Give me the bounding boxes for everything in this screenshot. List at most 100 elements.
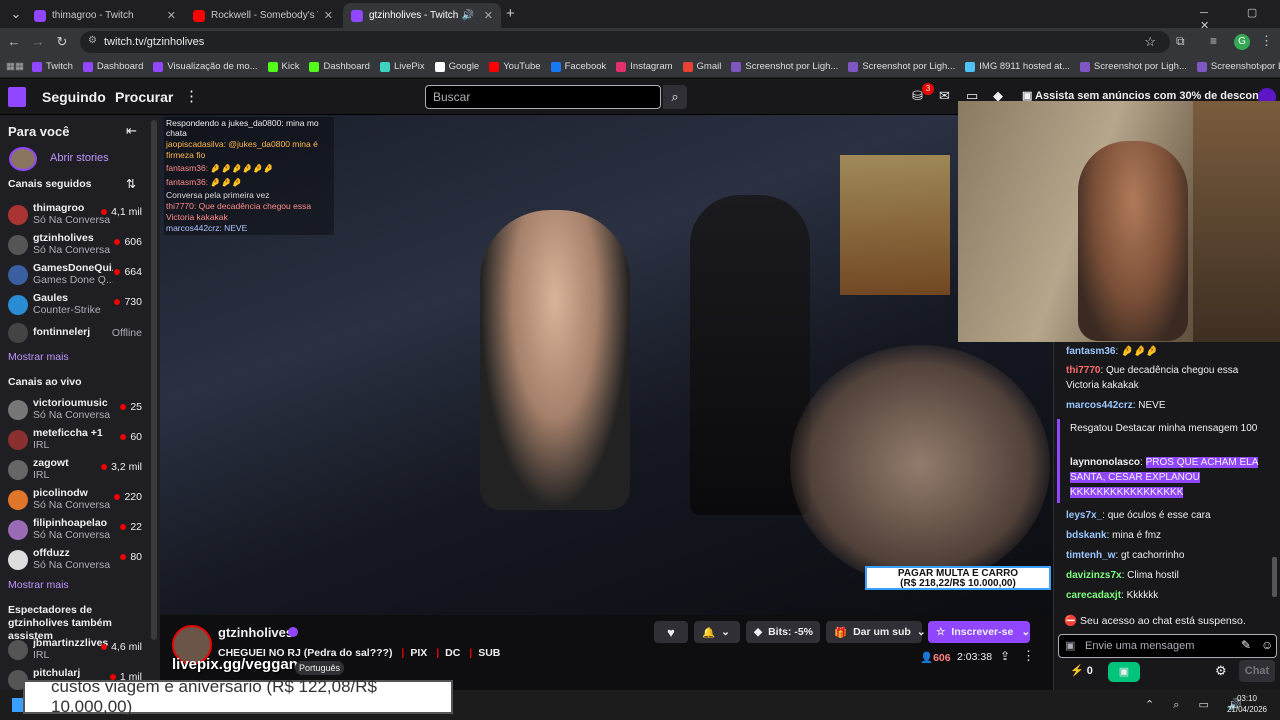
bookmark-star-icon[interactable]: ☆: [1144, 34, 1156, 50]
nav-following[interactable]: Seguindo: [42, 89, 106, 105]
bookmark-item[interactable]: Visualização de mo...: [153, 61, 258, 72]
webcam-overlay: [958, 101, 1280, 342]
bookmark-item[interactable]: LivePix: [379, 61, 425, 72]
back-icon[interactable]: ←: [2, 34, 26, 49]
sort-icon[interactable]: ⇅: [126, 177, 136, 191]
live-channel-item[interactable]: zagowt IRL 3,2 mil: [0, 456, 160, 486]
viewer-count: 4,6 mil: [101, 641, 142, 653]
search-input[interactable]: Buscar: [425, 85, 661, 109]
claim-bonus-button[interactable]: ▣: [1108, 662, 1140, 682]
live-channel-item[interactable]: offduzz Só Na Conversa 80: [0, 546, 160, 576]
bits-cheer-icon[interactable]: ✎: [1241, 638, 1251, 652]
tag-pix[interactable]: PIX: [410, 647, 427, 659]
language-tag[interactable]: Português: [295, 661, 345, 675]
bookmark-item[interactable]: Google: [434, 61, 479, 72]
nav-more-icon[interactable]: ⋮: [184, 87, 199, 105]
viewer-count: 22: [120, 521, 142, 533]
bookmark-item[interactable]: Instagram: [616, 61, 673, 72]
video-player[interactable]: Respondendo a jukes_da0800: mina mo chat…: [160, 115, 1053, 615]
notifications-button[interactable]: 🔔 ⌄: [694, 621, 740, 643]
viewer-count: 606: [114, 236, 142, 248]
live-channel-item[interactable]: victorioumusic Só Na Conversa 25: [0, 396, 160, 426]
bookmark-item[interactable]: Facebook: [550, 61, 606, 72]
recommended-channel-item[interactable]: jbmartinzzlives IRL 4,6 mil: [0, 636, 160, 666]
show-more-link[interactable]: Mostrar mais: [8, 351, 69, 363]
bookmarks-apps-icon[interactable]: ▦: [6, 61, 15, 72]
bookmark-item[interactable]: Screenshot por Ligh...: [731, 61, 838, 72]
browser-tab-1[interactable]: thimagroo - Twitch ✕: [26, 3, 184, 28]
more-options-icon[interactable]: ⋮: [1022, 648, 1035, 664]
bookmark-item[interactable]: Twitch: [31, 61, 73, 72]
browser-tab-3-active[interactable]: gtzinholives - Twitch 🔊 ✕: [343, 3, 501, 28]
live-channel-item[interactable]: meteficcha +1 IRL 60: [0, 426, 160, 456]
follow-heart-button[interactable]: ♥: [654, 621, 688, 643]
chat-badge-icon[interactable]: ▣: [1065, 639, 1075, 652]
stories-avatar[interactable]: [9, 147, 37, 171]
subscribe-button[interactable]: ☆ Inscrever-se ⌄: [928, 621, 1030, 643]
chat-send-button[interactable]: Chat: [1239, 660, 1275, 682]
channel-name[interactable]: gtzinholives: [218, 625, 293, 640]
clock[interactable]: 03:10 21/04/2026: [1222, 693, 1272, 715]
url-field[interactable]: ⚙ twitch.tv/gtzinholives ☆: [80, 31, 1170, 53]
show-more-link[interactable]: Mostrar mais: [8, 579, 69, 591]
chat-input[interactable]: ▣ Envie uma mensagem ✎ ☺: [1058, 634, 1277, 658]
tab-list-icon[interactable]: ⌄: [4, 6, 28, 22]
followed-channel-item[interactable]: GamesDoneQui... Games Done Q... 664: [0, 261, 160, 291]
followed-channel-item[interactable]: fontinnelerj Offline: [0, 319, 160, 349]
inbox-icon[interactable]: ✉: [939, 88, 950, 104]
live-channel-item[interactable]: picolinodw Só Na Conversa 220: [0, 486, 160, 516]
forward-icon[interactable]: →: [26, 34, 50, 49]
bookmark-item[interactable]: Dashboard: [82, 61, 143, 72]
bookmark-item[interactable]: Dashboard: [309, 61, 370, 72]
nav-browse[interactable]: Procurar: [115, 89, 173, 105]
chat-suspended-notice: ⛔ Seu acesso ao chat está suspenso.: [1064, 615, 1246, 627]
collapse-sidebar-icon[interactable]: ⇤: [126, 123, 137, 139]
channel-avatar: [8, 235, 28, 255]
followed-channel-item[interactable]: Gaules Counter-Strike 730: [0, 291, 160, 321]
chat-settings-icon[interactable]: ⚙: [1215, 663, 1227, 679]
more-bookmarks-icon[interactable]: »: [1259, 61, 1264, 72]
followed-channel-item[interactable]: thimagroo Só Na Conversa 4,1 mil: [0, 201, 160, 231]
bits-button[interactable]: ◆ Bits: -5%: [746, 621, 820, 643]
tag-dc[interactable]: DC: [445, 647, 460, 659]
emote-picker-icon[interactable]: ☺: [1261, 638, 1273, 652]
profile-avatar[interactable]: G: [1234, 34, 1250, 50]
streamer-person-shape: [480, 210, 630, 510]
share-icon[interactable]: ⇪: [1000, 649, 1010, 663]
bookmark-item[interactable]: Screenshot por Ligh...: [1079, 61, 1187, 72]
verified-icon: [288, 627, 298, 637]
apps-grid-icon[interactable]: ▦: [15, 61, 24, 72]
twitch-logo-icon[interactable]: [8, 87, 26, 107]
media-control-icon[interactable]: ≡: [1210, 34, 1217, 48]
bookmark-item[interactable]: Kick: [267, 61, 299, 72]
channel-points[interactable]: ⚡ 0: [1070, 664, 1093, 677]
close-tab-icon[interactable]: ✕: [478, 9, 493, 22]
followed-channel-item[interactable]: gtzinholives Só Na Conversa 606: [0, 231, 160, 261]
live-channel-item[interactable]: filipinhoapelao Só Na Conversa 22: [0, 516, 160, 546]
browser-menu-icon[interactable]: ⋮: [1260, 33, 1273, 49]
bookmark-item[interactable]: Screenshot por Ligh...: [848, 61, 955, 72]
gift-sub-button[interactable]: 🎁 Dar um sub ⌄: [826, 621, 926, 643]
new-tab-button[interactable]: +: [506, 5, 515, 22]
site-info-icon[interactable]: ⚙: [88, 35, 97, 46]
reload-icon[interactable]: ↻: [50, 34, 74, 50]
bookmark-item[interactable]: Gmail: [682, 61, 721, 72]
bookmark-item[interactable]: IMG 8911 hosted at...: [965, 61, 1070, 72]
audio-playing-icon[interactable]: 🔊: [462, 10, 474, 21]
viewer-count: 60: [120, 431, 142, 443]
live-dot-icon: [101, 209, 108, 216]
search-icon[interactable]: ⌕: [663, 85, 687, 109]
star-icon: ☆: [936, 626, 946, 638]
close-tab-icon[interactable]: ✕: [318, 9, 333, 22]
bookmark-item[interactable]: Screenshot por Ligh...: [1196, 61, 1280, 72]
livepix-overlay-text: livepix.gg/veggane: [172, 656, 307, 673]
chat-placeholder: Envie uma mensagem: [1085, 640, 1195, 652]
browser-tab-2[interactable]: Rockwell - Somebody's Watching Me ✕: [185, 3, 341, 28]
close-tab-icon[interactable]: ✕: [161, 9, 176, 22]
chat-scrollbar[interactable]: [1272, 557, 1277, 597]
sidebar-scrollbar[interactable]: [151, 120, 157, 640]
tag-sub[interactable]: SUB: [478, 647, 500, 659]
bookmark-item[interactable]: YouTube: [489, 61, 541, 72]
extensions-icon[interactable]: ⧉: [1176, 34, 1185, 49]
open-stories-link[interactable]: Abrir stories: [50, 152, 109, 164]
